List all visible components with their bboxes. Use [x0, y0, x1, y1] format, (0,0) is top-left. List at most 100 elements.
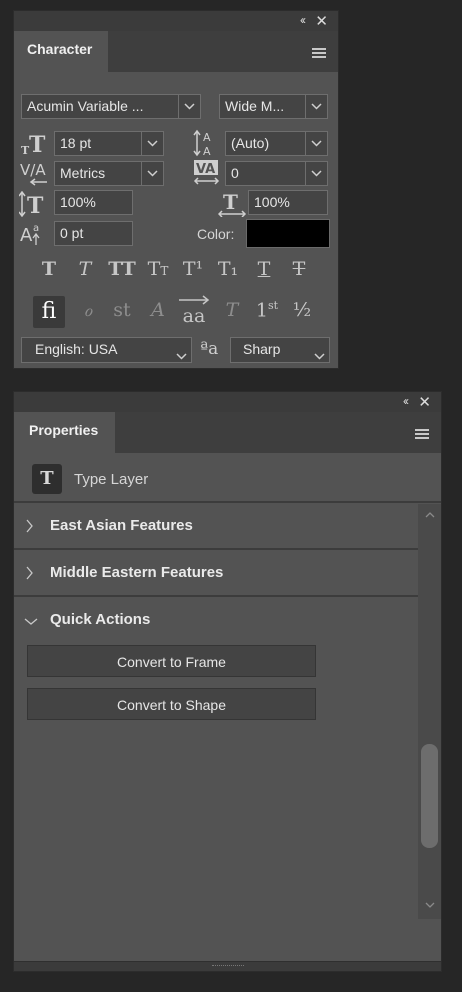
chevron-down-icon	[305, 162, 327, 185]
svg-text:A: A	[20, 225, 33, 246]
section-title: Quick Actions	[50, 611, 151, 628]
baseline-shift-input[interactable]: 0 pt	[54, 221, 133, 246]
panel-menu-icon[interactable]	[312, 48, 326, 58]
chevron-up-icon[interactable]	[425, 512, 435, 518]
ligatures-button[interactable]: ﬁ	[33, 296, 65, 328]
svg-text:A: A	[203, 131, 211, 144]
scrollbar-thumb[interactable]	[421, 744, 438, 848]
strikethrough-button[interactable]: T	[284, 258, 314, 280]
chevron-down-icon	[178, 95, 200, 118]
kerning-value: Metrics	[60, 165, 106, 181]
titling-alternates-button[interactable]: T	[217, 299, 247, 321]
section-title: East Asian Features	[50, 517, 193, 534]
svg-text:T: T	[29, 132, 46, 156]
language-value: English: USA	[35, 341, 118, 357]
vertical-scale-input[interactable]: 100%	[54, 190, 133, 215]
font-size-value: 18 pt	[60, 135, 92, 151]
panel-menu-icon[interactable]	[415, 429, 429, 439]
section-middle-eastern-features[interactable]: Middle Eastern Features	[14, 551, 418, 597]
antialias-select[interactable]: Sharp	[230, 337, 330, 363]
language-select[interactable]: English: USA	[21, 337, 192, 363]
chevron-down-icon	[141, 132, 163, 155]
underline-button[interactable]: T	[249, 258, 279, 280]
faux-bold-button[interactable]: T	[34, 258, 64, 280]
faux-italic-button[interactable]: T	[70, 258, 100, 280]
scrollbar[interactable]	[418, 504, 441, 919]
section-east-asian-features[interactable]: East Asian Features	[14, 504, 418, 550]
chevron-down-icon	[305, 95, 327, 118]
contextual-alternates-button[interactable]: ℴ	[73, 299, 103, 321]
discretionary-ligatures-button[interactable]: st	[107, 299, 137, 321]
antialias-icon: ªa	[200, 339, 219, 359]
font-style-value: Wide M...	[225, 98, 285, 114]
tab-strip: Properties	[14, 412, 441, 453]
small-caps-button[interactable]: TT	[142, 258, 174, 280]
chevron-down-icon[interactable]	[425, 902, 435, 908]
tracking-icon: VA	[193, 160, 220, 185]
chevron-right-icon	[26, 519, 33, 533]
svg-text:T: T	[223, 191, 238, 214]
stylistic-alternates-button[interactable]: aa	[177, 295, 211, 327]
convert-to-shape-button[interactable]: Convert to Shape	[27, 688, 316, 720]
vertical-scale-icon: T	[19, 191, 44, 217]
font-style-select[interactable]: Wide M...	[219, 94, 328, 119]
close-icon[interactable]: ✕	[418, 393, 431, 411]
color-swatch[interactable]	[246, 219, 330, 248]
horizontal-scale-icon: T	[218, 191, 247, 217]
font-size-icon: T T	[21, 132, 46, 156]
arrow-right-icon	[179, 295, 210, 305]
subscript-button[interactable]: T₁	[213, 258, 243, 280]
type-layer-icon: T	[32, 464, 62, 494]
horizontal-scale-input[interactable]: 100%	[248, 190, 328, 215]
properties-panel: ‹‹ ✕ Properties T Type Layer East Asian …	[13, 391, 442, 972]
leading-value: (Auto)	[231, 135, 270, 151]
collapse-icon[interactable]: ‹‹	[403, 394, 409, 408]
close-icon[interactable]: ✕	[315, 12, 328, 30]
font-size-input[interactable]: 18 pt	[54, 131, 164, 156]
tab-strip: Character	[14, 31, 338, 72]
convert-to-frame-button[interactable]: Convert to Frame	[27, 645, 316, 677]
layer-type-label: Type Layer	[74, 471, 149, 488]
section-quick-actions[interactable]: Quick Actions	[14, 598, 418, 644]
svg-text:a: a	[33, 223, 39, 234]
stylistic-alternates-label: aa	[182, 305, 206, 327]
svg-text:VA: VA	[196, 162, 215, 177]
swash-button[interactable]: A	[143, 299, 173, 321]
all-caps-button[interactable]: TT	[105, 258, 139, 280]
font-family-select[interactable]: Acumin Variable ...	[21, 94, 201, 119]
baseline-shift-value: 0 pt	[60, 225, 84, 241]
chevron-down-icon	[314, 347, 325, 362]
svg-text:T: T	[27, 193, 44, 217]
panel-top-bar: ‹‹ ✕	[14, 11, 338, 31]
layer-type-header: T Type Layer	[14, 453, 441, 503]
tracking-value: 0	[231, 165, 239, 181]
kerning-icon: V/A	[20, 161, 47, 186]
tab-properties[interactable]: Properties	[14, 412, 115, 453]
vertical-scale-value: 100%	[60, 194, 96, 210]
ordinals-button[interactable]: 1st	[251, 299, 283, 321]
font-family-value: Acumin Variable ...	[27, 98, 144, 114]
kerning-select[interactable]: Metrics	[54, 161, 164, 186]
resize-grip[interactable]	[14, 961, 441, 971]
collapse-icon[interactable]: ‹‹	[300, 13, 306, 27]
chevron-down-icon	[141, 162, 163, 185]
fractions-button[interactable]: ½	[287, 299, 317, 321]
character-panel: ‹‹ ✕ Character Acumin Variable ... Wide …	[13, 10, 339, 369]
superscript-button[interactable]: T¹	[178, 258, 208, 280]
panel-top-bar: ‹‹ ✕	[14, 392, 441, 412]
antialias-value: Sharp	[243, 341, 281, 357]
tab-character[interactable]: Character	[14, 31, 108, 72]
chevron-down-icon	[24, 618, 38, 625]
tracking-select[interactable]: 0	[225, 161, 328, 186]
chevron-down-icon	[176, 347, 187, 362]
leading-input[interactable]: (Auto)	[225, 131, 328, 156]
svg-text:A: A	[203, 145, 211, 157]
leading-icon: A A	[193, 129, 211, 157]
section-title: Middle Eastern Features	[50, 564, 224, 581]
svg-text:V/A: V/A	[20, 161, 46, 179]
baseline-shift-icon: A a	[20, 223, 40, 246]
horizontal-scale-value: 100%	[254, 194, 290, 210]
chevron-right-icon	[26, 566, 33, 580]
color-label: Color:	[197, 226, 235, 242]
grip-dots	[212, 965, 244, 968]
